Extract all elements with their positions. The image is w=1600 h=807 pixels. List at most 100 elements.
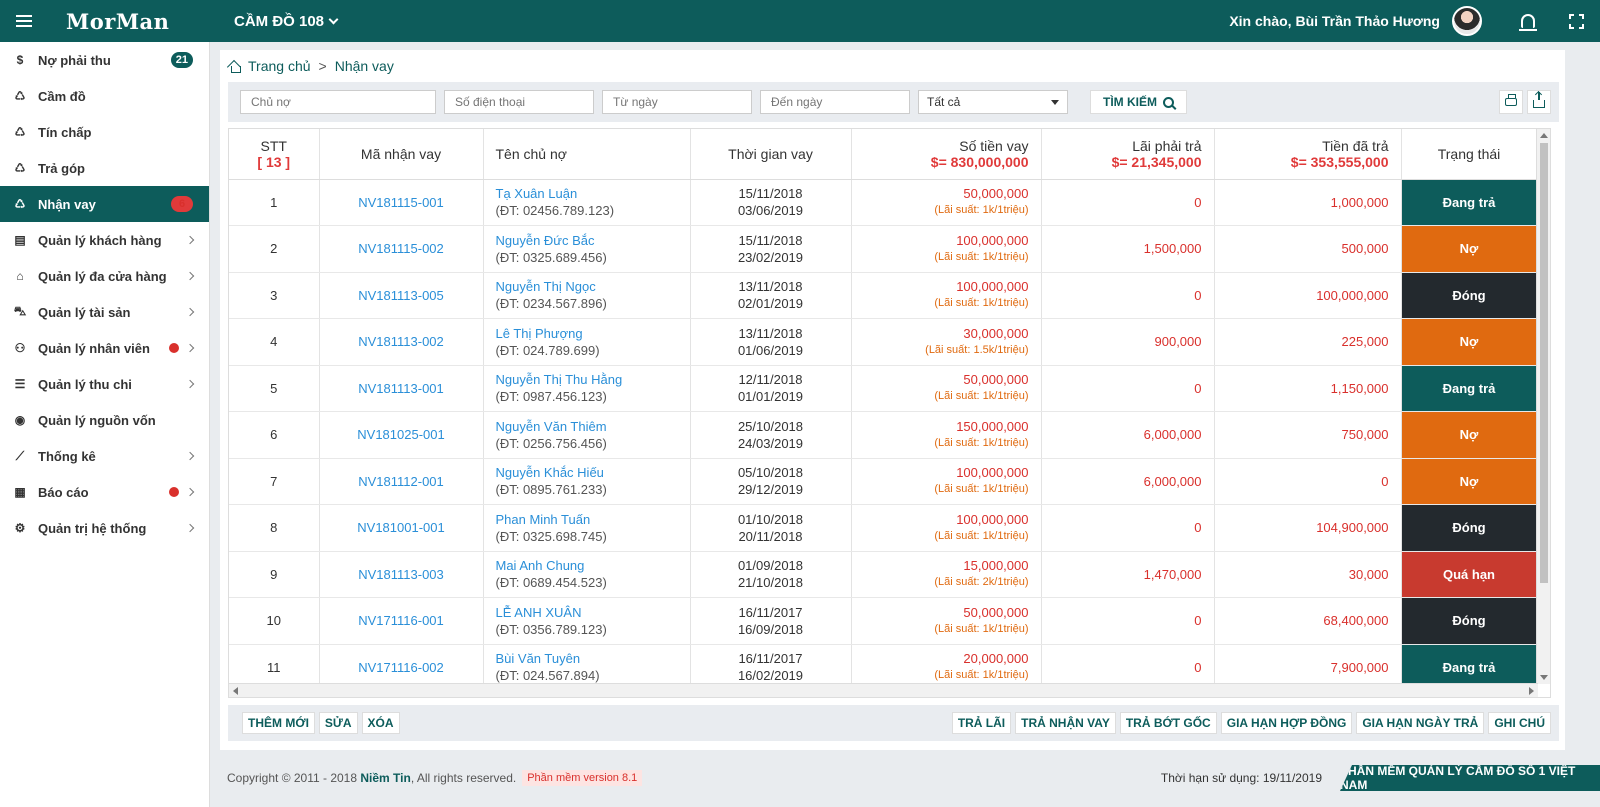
- loan-from-date: 12/11/2018: [738, 372, 803, 388]
- notification-button[interactable]: [1504, 0, 1552, 42]
- table-row[interactable]: 7 NV181112-001 Nguyễn Khắc Hiếu (ĐT: 0895.7…: [229, 458, 1538, 505]
- loan-from-date: 15/11/2018: [738, 186, 803, 202]
- breadcrumb-home[interactable]: Trang chủ: [248, 58, 311, 74]
- creditor-name-link[interactable]: Nguyễn Đức Bắc: [496, 232, 678, 249]
- to-date-input[interactable]: [760, 90, 910, 114]
- sidebar-item-tra-gop[interactable]: ♺ Trả góp: [0, 150, 209, 186]
- pay-interest-button[interactable]: TRẢ LÃI: [951, 712, 1012, 734]
- add-button[interactable]: THÊM MỚI: [242, 712, 315, 734]
- scroll-right-icon[interactable]: [1529, 687, 1534, 695]
- creditor-name-link[interactable]: Nguyễn Thị Thu Hằng: [496, 371, 678, 388]
- status-badge[interactable]: Đang trả: [1401, 179, 1538, 226]
- header-time[interactable]: Thời gian vay: [690, 129, 852, 180]
- horizontal-scrollbar[interactable]: [229, 683, 1538, 697]
- header-code[interactable]: Mã nhận vay: [319, 129, 484, 180]
- extend-due-date-button[interactable]: GIA HẠN NGÀY TRẢ: [1356, 712, 1485, 734]
- loan-code-link[interactable]: NV181115-002: [319, 225, 484, 273]
- creditor-name-link[interactable]: Phan Minh Tuấn: [496, 511, 678, 528]
- phone-input[interactable]: [444, 90, 594, 114]
- sidebar-item-tin-chap[interactable]: ♺ Tín chấp: [0, 114, 209, 150]
- cell-creditor: Tạ Xuân Luận (ĐT: 02456.789.123): [483, 179, 691, 226]
- repay-loan-button[interactable]: TRẢ NHẬN VAY: [1015, 712, 1116, 734]
- reduce-principal-button[interactable]: TRẢ BỚT GỐC: [1119, 712, 1217, 734]
- loan-code-link[interactable]: NV171116-001: [319, 597, 484, 645]
- print-button[interactable]: [1499, 90, 1523, 114]
- status-badge[interactable]: Đang trả: [1401, 365, 1538, 412]
- from-date-input[interactable]: [602, 90, 752, 114]
- table-row[interactable]: 10 NV171116-001 LỄ ANH XUÂN (ĐT: 0356.789.1…: [229, 597, 1538, 645]
- header-name[interactable]: Tên chủ nợ: [483, 129, 691, 180]
- scroll-left-icon[interactable]: [233, 687, 238, 695]
- table-row[interactable]: 8 NV181001-001 Phan Minh Tuấn (ĐT: 0325.698…: [229, 504, 1538, 552]
- status-badge[interactable]: Nợ: [1401, 318, 1538, 366]
- table-row[interactable]: 3 NV181113-005 Nguyễn Thị Ngọc (ĐT: 0234.56…: [229, 272, 1538, 319]
- export-button[interactable]: [1527, 90, 1551, 114]
- creditor-name-link[interactable]: Nguyễn Văn Thiêm: [496, 418, 678, 435]
- loan-code-link[interactable]: NV181113-001: [319, 365, 484, 412]
- sidebar-item-bao-cao[interactable]: ▦ Báo cáo: [0, 474, 209, 510]
- loan-code-link[interactable]: NV181113-005: [319, 272, 484, 319]
- sidebar-item-da-cua-hang[interactable]: ⌂ Quản lý đa cửa hàng: [0, 258, 209, 294]
- status-badge[interactable]: Quá hạn: [1401, 551, 1538, 598]
- sidebar-item-thong-ke[interactable]: ⟋ Thống kê: [0, 438, 209, 474]
- table-row[interactable]: 2 NV181115-002 Nguyễn Đức Bắc (ĐT: 0325.689…: [229, 225, 1538, 273]
- fullscreen-button[interactable]: [1552, 0, 1600, 42]
- note-button[interactable]: GHI CHÚ: [1488, 712, 1551, 734]
- status-badge[interactable]: Nợ: [1401, 225, 1538, 273]
- status-badge[interactable]: Nợ: [1401, 458, 1538, 505]
- creditor-name-link[interactable]: Bùi Văn Tuyên: [496, 650, 678, 667]
- sidebar-item-nhan-vien[interactable]: ⚇ Quản lý nhân viên: [0, 330, 209, 366]
- table-row[interactable]: 6 NV181025-001 Nguyễn Văn Thiêm (ĐT: 0256.7…: [229, 411, 1538, 459]
- menu-toggle-icon[interactable]: [0, 0, 48, 42]
- sidebar-item-nhan-vay[interactable]: ♺ Nhận vay 6: [0, 186, 209, 222]
- header-amount[interactable]: Số tiền vay $= 830,000,000: [851, 129, 1042, 180]
- creditor-input[interactable]: [240, 90, 436, 114]
- creditor-name-link[interactable]: Mai Anh Chung: [496, 557, 678, 574]
- header-interest[interactable]: Lãi phải trả $= 21,345,000: [1041, 129, 1215, 180]
- scroll-up-icon[interactable]: [1540, 133, 1548, 138]
- creditor-name-link[interactable]: Tạ Xuân Luận: [496, 185, 678, 202]
- status-badge[interactable]: Đóng: [1401, 597, 1538, 645]
- extend-contract-button[interactable]: GIA HẠN HỢP ĐỒNG: [1220, 712, 1353, 734]
- cell-stt: 10: [229, 597, 320, 645]
- status-badge[interactable]: Đóng: [1401, 272, 1538, 319]
- table-row[interactable]: 4 NV181113-002 Lê Thị Phượng (ĐT: 024.789.6…: [229, 318, 1538, 366]
- vertical-scrollbar[interactable]: [1536, 129, 1550, 684]
- edit-button[interactable]: SỬA: [318, 712, 358, 734]
- loan-code-link[interactable]: NV181115-001: [319, 179, 484, 226]
- shop-selector[interactable]: CẦM ĐỒ 108: [234, 13, 339, 30]
- header-paid[interactable]: Tiền đã trả $= 353,555,000: [1214, 129, 1402, 180]
- table-row[interactable]: 5 NV181113-001 Nguyễn Thị Thu Hằng (ĐT: 098…: [229, 365, 1538, 412]
- loan-code-link[interactable]: NV181113-002: [319, 318, 484, 366]
- creditor-name-link[interactable]: LỄ ANH XUÂN: [496, 604, 678, 621]
- breadcrumb: Trang chủ > Nhận vay: [228, 58, 394, 74]
- table-row[interactable]: 9 NV181113-003 Mai Anh Chung (ĐT: 0689.454.…: [229, 551, 1538, 598]
- loan-code-link[interactable]: NV181025-001: [319, 411, 484, 459]
- creditor-name-link[interactable]: Lê Thị Phượng: [496, 325, 678, 342]
- sidebar-item-khach-hang[interactable]: ▤ Quản lý khách hàng: [0, 222, 209, 258]
- status-select[interactable]: Tất cả: [918, 90, 1068, 114]
- loan-code-link[interactable]: NV181113-003: [319, 551, 484, 598]
- sidebar-item-quan-tri[interactable]: ⚙ Quản trị hệ thống: [0, 510, 209, 546]
- sidebar-item-thu-chi[interactable]: ☰ Quản lý thu chi: [0, 366, 209, 402]
- status-badge[interactable]: Đóng: [1401, 504, 1538, 552]
- sidebar-item-no-phai-thu[interactable]: $ Nợ phải thu 21: [0, 42, 209, 78]
- creditor-name-link[interactable]: Nguyễn Khắc Hiếu: [496, 464, 678, 481]
- footer-brand-link[interactable]: Niềm Tin: [360, 771, 410, 785]
- table-row[interactable]: 1 NV181115-001 Tạ Xuân Luận (ĐT: 02456.789.…: [229, 179, 1538, 226]
- loan-code-link[interactable]: NV181112-001: [319, 458, 484, 505]
- app-logo[interactable]: MorMan: [48, 9, 234, 34]
- sidebar-item-cam-do[interactable]: ♺ Cầm đồ: [0, 78, 209, 114]
- scroll-down-icon[interactable]: [1540, 675, 1548, 680]
- delete-button[interactable]: XÓA: [361, 712, 400, 734]
- loan-amount: 50,000,000: [963, 186, 1029, 202]
- sidebar-item-nguon-von[interactable]: ◉ Quản lý nguồn vốn: [0, 402, 209, 438]
- search-button[interactable]: TÌM KIẾM: [1090, 90, 1187, 114]
- sidebar-item-tai-san[interactable]: ⛍ Quản lý tài sản: [0, 294, 209, 330]
- header-status[interactable]: Trạng thái: [1401, 129, 1538, 180]
- avatar[interactable]: [1452, 6, 1482, 36]
- status-badge[interactable]: Nợ: [1401, 411, 1538, 459]
- scroll-thumb[interactable]: [1540, 143, 1548, 583]
- loan-code-link[interactable]: NV181001-001: [319, 504, 484, 552]
- creditor-name-link[interactable]: Nguyễn Thị Ngọc: [496, 278, 678, 295]
